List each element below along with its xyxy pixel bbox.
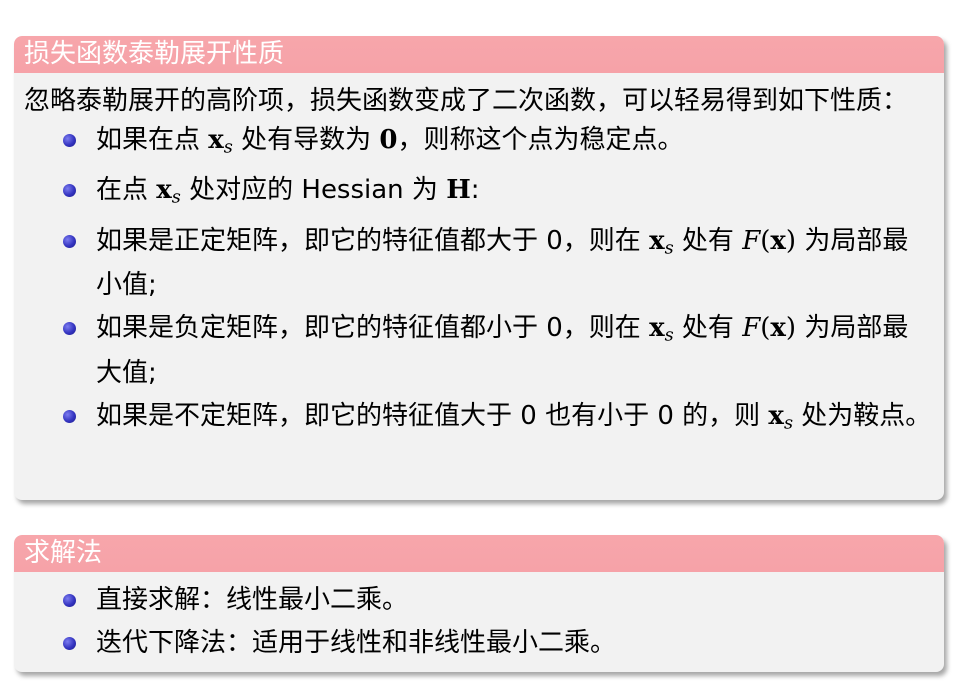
item-text: 处有 [673,225,743,256]
item-text: 如果是不定矩阵，即它的特征值大于 0 也有小于 0 的，则 [96,400,769,431]
item-text: 迭代下降法：适用于线性和非线性最小二乘。 [96,628,617,658]
math-symbol: x [770,225,786,256]
bullet-icon [63,134,76,147]
bullet-icon [63,594,76,607]
math-subscript: s [223,137,233,158]
math-symbol: x [770,313,786,344]
math-symbol: x [156,175,172,206]
math-paren: ( [760,225,771,256]
math-subscript: s [664,238,674,259]
method-list: 直接求解：线性最小二乘。 迭代下降法：适用于线性和非线性最小二乘。 [24,582,934,662]
item-text: 如果在点 [96,125,209,155]
list-item: 如果是正定矩阵，即它的特征值都大于 0，则在 xs 处有 F(x) 为局部最小值… [24,223,934,304]
list-item: 迭代下降法：适用于线性和非线性最小二乘。 [24,625,934,662]
properties-block: 损失函数泰勒展开性质 忽略泰勒展开的高阶项，损失函数变成了二次函数，可以轻易得到… [14,36,944,500]
math-function: F [742,225,761,256]
math-symbol: x [768,400,784,431]
block-title: 求解法 [14,535,944,572]
bullet-icon [63,409,76,423]
block-body: 直接求解：线性最小二乘。 迭代下降法：适用于线性和非线性最小二乘。 [14,572,944,662]
block-title: 损失函数泰勒展开性质 [14,36,944,73]
bullet-icon [63,184,76,198]
block-body: 忽略泰勒展开的高阶项，损失函数变成了二次函数，可以轻易得到如下性质： 如果在点 … [14,73,944,442]
math-subscript: s [171,187,181,208]
math-symbol: 0 [379,125,398,155]
math-subscript: s [664,325,674,346]
item-text: 如果是负定矩阵，即它的特征值都小于 0，则在 [96,313,650,344]
item-text: 处对应的 Hessian 为 [180,175,447,206]
bullet-icon [63,234,76,248]
item-text: 如果是正定矩阵，即它的特征值都大于 0，则在 [96,225,650,256]
bullet-icon [63,637,76,650]
item-text: 处有 [673,313,743,344]
list-item: 在点 xs 处对应的 Hessian 为 H: [24,172,934,216]
list-item: 直接求解：线性最小二乘。 [24,582,934,619]
math-subscript: s [783,413,794,434]
property-list: 如果在点 xs 处有导数为 0，则称这个点为稳定点。 在点 xs 处对应的 He… [24,122,934,442]
solution-methods-block: 求解法 直接求解：线性最小二乘。 迭代下降法：适用于线性和非线性最小二乘。 [14,535,944,672]
math-paren: ) [785,313,797,344]
math-paren: ) [785,225,797,256]
list-item: 如果是不定矩阵，即它的特征值大于 0 也有小于 0 的，则 xs 处为鞍点。 [24,398,934,442]
math-symbol: x [208,125,224,155]
bullet-icon [63,322,76,336]
math-function: F [742,313,761,344]
item-text: 在点 [96,175,157,206]
list-item: 如果是负定矩阵，即它的特征值都小于 0，则在 xs 处有 F(x) 为局部最大值… [24,310,934,391]
math-symbol: x [649,313,665,344]
item-text: 直接求解：线性最小二乘。 [96,585,409,615]
math-symbol: x [649,225,665,256]
math-symbol: H [446,175,471,206]
item-text: 处为鞍点。 [793,400,932,431]
list-item: 如果在点 xs 处有导数为 0，则称这个点为稳定点。 [24,122,934,166]
intro-paragraph: 忽略泰勒展开的高阶项，损失函数变成了二次函数，可以轻易得到如下性质： [24,86,909,116]
math-paren: ( [760,313,771,344]
item-text: 处有导数为 [232,125,380,155]
item-text: ，则称这个点为稳定点。 [397,125,684,155]
item-text: : [470,175,480,206]
